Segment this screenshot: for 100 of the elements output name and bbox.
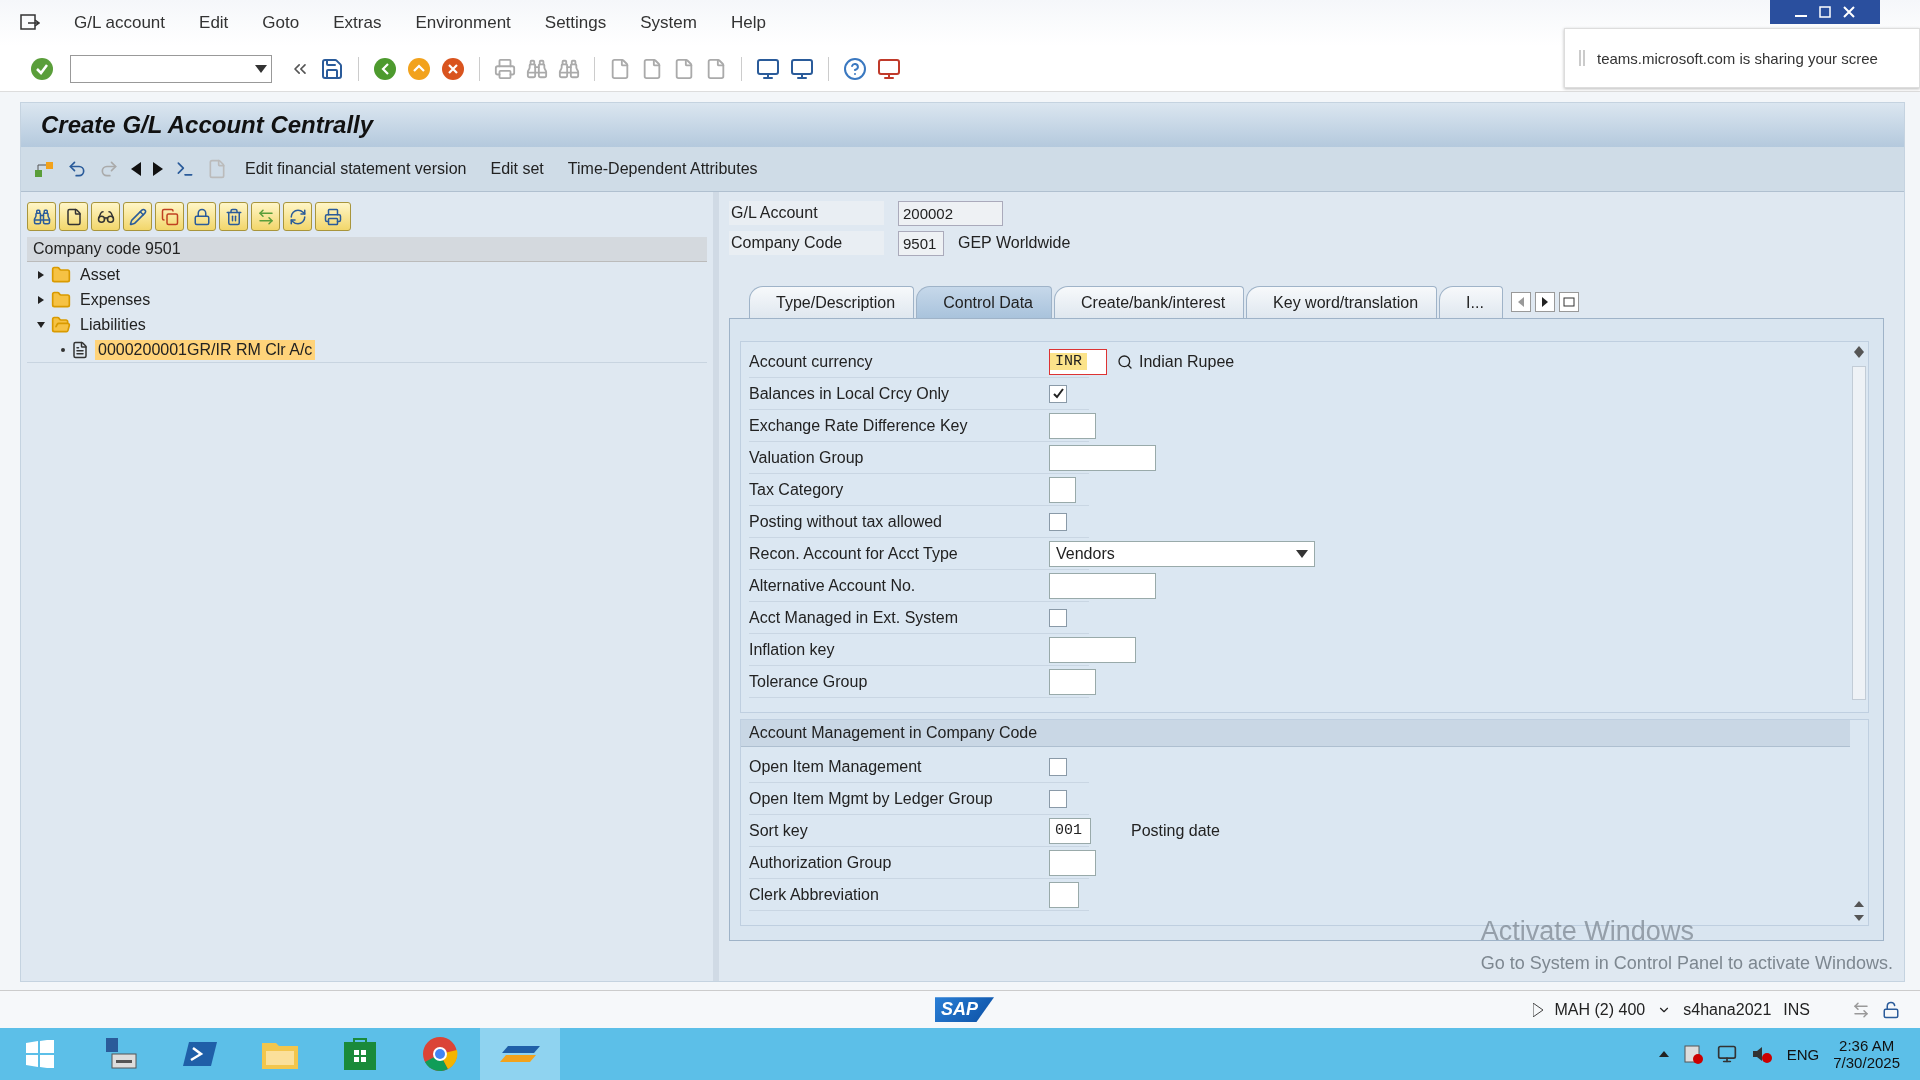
network-icon[interactable] <box>1716 1044 1737 1064</box>
expand-caret-icon[interactable] <box>37 320 45 329</box>
cancel-button[interactable] <box>441 56 465 81</box>
input-field[interactable] <box>1049 849 1096 876</box>
checkbox[interactable] <box>1049 789 1067 808</box>
scroll-right-button[interactable] <box>1534 292 1555 313</box>
unlock-icon[interactable] <box>1882 1000 1900 1019</box>
transport-button[interactable] <box>251 202 280 232</box>
left-arrow-icon <box>1517 297 1524 308</box>
input-field[interactable] <box>1049 881 1079 908</box>
menu-item[interactable]: Help <box>730 12 766 33</box>
scroll-down-icon[interactable] <box>1854 915 1864 922</box>
edit-button[interactable] <box>123 202 152 232</box>
tab[interactable]: Key word/translation <box>1246 286 1438 319</box>
server-name: s4hana2021 <box>1683 1000 1772 1019</box>
bullet-icon <box>61 347 65 352</box>
tab[interactable]: Control Data <box>916 286 1052 319</box>
window-controls[interactable] <box>1770 0 1880 24</box>
toolbar-button[interactable]: Edit set <box>484 156 550 183</box>
search-icon[interactable] <box>1117 353 1133 370</box>
tree-node[interactable]: 0000200001GR/IR RM Clr A/c <box>95 339 316 360</box>
document-icon <box>71 340 89 359</box>
toolbar-button[interactable]: Time-Dependent Attributes <box>561 156 764 183</box>
expand-icon[interactable] <box>1532 1002 1543 1017</box>
previous-icon[interactable] <box>131 162 141 177</box>
tree-node[interactable]: Asset <box>77 264 123 285</box>
tab[interactable]: Create/bank/interest <box>1054 286 1245 319</box>
tab[interactable]: Type/Description <box>749 286 915 319</box>
show-hidden-icons[interactable] <box>1658 1051 1669 1057</box>
input-field[interactable] <box>1049 476 1076 503</box>
language-indicator[interactable]: ENG <box>1786 1045 1820 1063</box>
checkbox[interactable] <box>1049 757 1067 776</box>
checkbox[interactable] <box>1049 608 1067 627</box>
help-icon[interactable] <box>843 56 867 81</box>
section-header: Account Management in Company Code <box>741 720 1850 748</box>
field-label: Authorization Group <box>749 853 893 872</box>
input-field[interactable]: INR <box>1049 348 1107 375</box>
menu-item[interactable]: Edit <box>199 12 229 33</box>
checkmark-icon <box>1051 387 1065 401</box>
field-label: Valuation Group <box>749 448 865 467</box>
sap-logon-icon[interactable] <box>480 1028 560 1080</box>
scroll-up-icon[interactable] <box>1854 901 1864 908</box>
back-button[interactable] <box>373 56 397 81</box>
next-icon[interactable] <box>153 162 163 177</box>
refresh-button[interactable] <box>283 202 312 232</box>
sap-logo: SAP <box>935 997 994 1023</box>
input-field[interactable] <box>1049 444 1156 471</box>
display-button[interactable] <box>91 202 120 232</box>
shortcut-icon[interactable] <box>790 56 814 81</box>
menu-item[interactable]: Settings <box>544 12 607 33</box>
volume-icon[interactable] <box>1750 1044 1773 1064</box>
system-info: MAH (2) 400 <box>1554 1000 1646 1019</box>
restore-icon[interactable] <box>1816 4 1834 20</box>
menu-item[interactable]: Goto <box>262 12 300 33</box>
read-only-field: 9501 <box>898 230 944 256</box>
menu-icon[interactable] <box>20 13 40 32</box>
lock-button[interactable] <box>187 202 216 232</box>
command-field[interactable] <box>70 54 272 83</box>
windows-logo-icon <box>26 1040 54 1068</box>
tree-node[interactable]: Expenses <box>77 289 154 310</box>
tab[interactable]: I... <box>1439 286 1503 319</box>
input-field[interactable] <box>1049 636 1136 663</box>
checkbox[interactable] <box>1049 512 1067 531</box>
new-session-icon[interactable] <box>756 56 780 81</box>
menu-item[interactable]: System <box>640 12 697 33</box>
field-label: Clerk Abbreviation <box>749 885 880 904</box>
expand-caret-icon[interactable] <box>37 270 45 279</box>
undo-icon[interactable] <box>67 159 87 180</box>
dropdown-arrow-icon[interactable] <box>1296 549 1308 558</box>
copy-button[interactable] <box>155 202 184 232</box>
enter-button[interactable] <box>30 56 54 81</box>
expand-caret-icon[interactable] <box>37 295 45 304</box>
menu-item[interactable]: Extras <box>333 12 382 33</box>
input-field[interactable] <box>1049 572 1156 599</box>
save-icon[interactable] <box>320 56 344 81</box>
checkbox[interactable] <box>1049 384 1067 403</box>
menu-item[interactable]: G/L account <box>74 12 166 33</box>
new-button[interactable] <box>59 202 88 232</box>
delete-button[interactable] <box>219 202 248 232</box>
folder-icon <box>51 289 71 310</box>
scroll-down-icon[interactable] <box>1854 352 1864 359</box>
notification-text: teams.microsoft.com is sharing your scree <box>1597 49 1878 67</box>
find-button[interactable] <box>27 202 56 232</box>
clock[interactable]: 2:36 AM 7/30/2025 <box>1833 1037 1900 1071</box>
input-field[interactable] <box>1049 412 1096 439</box>
field-label: Balances in Local Crcy Only <box>749 384 951 403</box>
list-icon <box>1562 297 1575 308</box>
tree-node[interactable]: Liabilities <box>77 314 149 335</box>
menu-item[interactable]: Environment <box>415 12 511 33</box>
input-field[interactable] <box>1049 668 1096 695</box>
input-field[interactable]: 001 <box>1049 817 1091 844</box>
scroll-up-icon[interactable] <box>1854 346 1864 353</box>
toolbar-button[interactable]: Edit financial statement version <box>239 156 473 183</box>
print-button[interactable] <box>315 202 351 232</box>
dropdown-arrow-icon[interactable] <box>255 64 267 73</box>
close-icon[interactable] <box>1840 4 1858 20</box>
connection-icon <box>1852 1000 1870 1019</box>
security-icon[interactable] <box>1682 1044 1703 1064</box>
dropdown[interactable]: Vendors <box>1049 540 1315 567</box>
field-description: Posting date <box>1131 821 1220 840</box>
